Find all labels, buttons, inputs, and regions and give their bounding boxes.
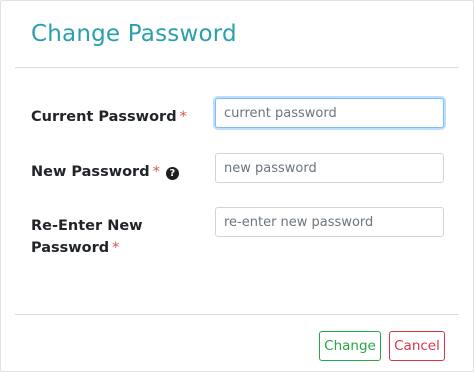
change-button[interactable]: Change: [319, 331, 381, 361]
new-password-input[interactable]: [215, 153, 444, 183]
change-password-dialog: Change Password Current Password * New Pa…: [0, 0, 474, 372]
reenter-password-input[interactable]: [215, 207, 444, 237]
question-circle-icon[interactable]: ?: [165, 167, 179, 180]
reenter-password-label: Re-Enter New Password *: [31, 215, 143, 259]
required-mark: *: [179, 109, 187, 125]
dialog-title: Change Password: [31, 21, 237, 47]
reenter-password-label-line1: Re-Enter New: [31, 218, 143, 234]
footer-divider: [15, 314, 459, 315]
header-divider: [15, 67, 459, 68]
new-password-label: New Password *?: [31, 161, 179, 183]
reenter-password-label-line2: Password: [31, 240, 110, 256]
current-password-input[interactable]: [215, 98, 444, 128]
required-mark: *: [152, 164, 160, 180]
new-password-label-text: New Password: [31, 164, 150, 180]
cancel-button[interactable]: Cancel: [389, 331, 445, 361]
current-password-label-text: Current Password: [31, 109, 177, 125]
required-mark: *: [112, 240, 120, 256]
current-password-label: Current Password *: [31, 106, 187, 128]
